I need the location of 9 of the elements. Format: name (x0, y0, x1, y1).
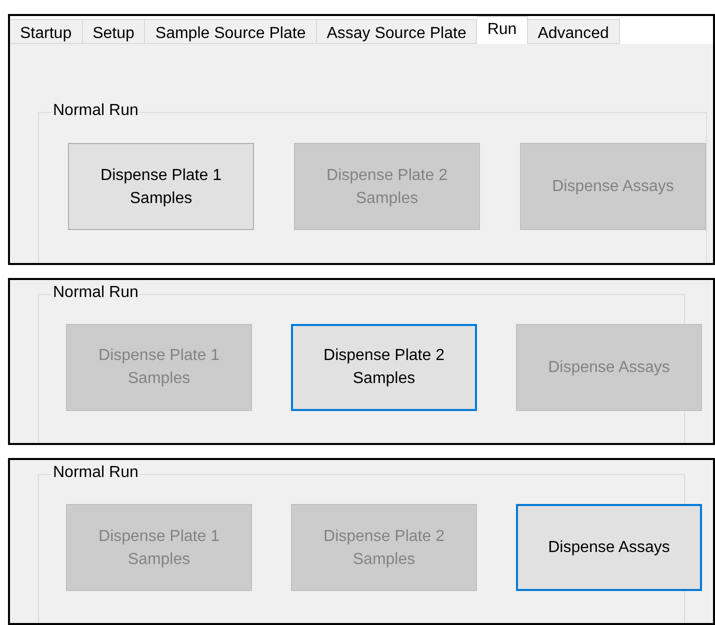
tab[interactable]: Run (477, 16, 528, 44)
tab[interactable]: Setup (82, 19, 146, 44)
tab[interactable]: Startup (10, 19, 83, 44)
dispense-button[interactable]: Dispense Assays (516, 504, 702, 591)
tab[interactable]: Sample Source Plate (145, 19, 317, 44)
dispense-button[interactable]: Dispense Plate 2 Samples (291, 324, 477, 411)
tab[interactable]: Assay Source Plate (316, 19, 478, 44)
tab[interactable]: Advanced (528, 19, 620, 44)
dispense-button[interactable]: Dispense Plate 1 Samples (68, 143, 254, 230)
